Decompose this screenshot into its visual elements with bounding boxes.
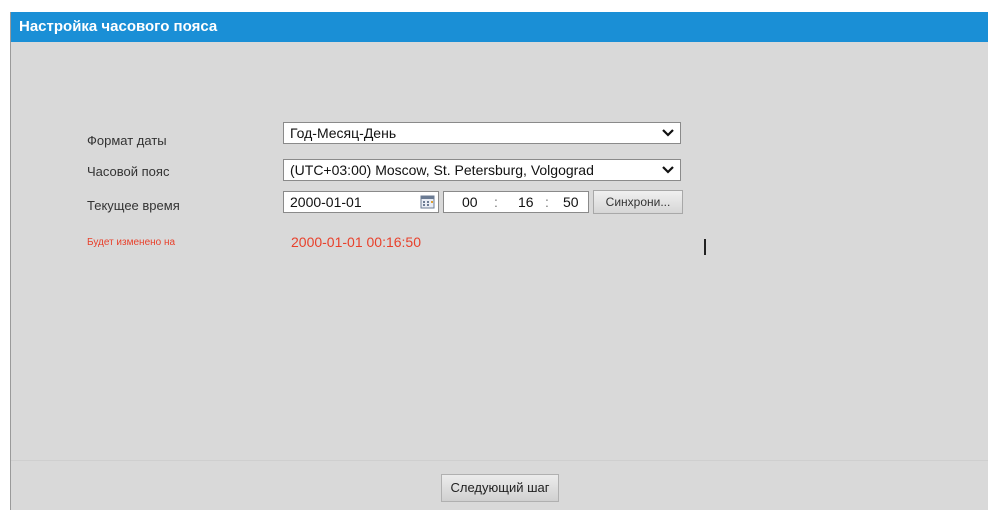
footer-divider [11,460,988,461]
preview-label: Будет изменено на [87,237,176,248]
next-step-button[interactable]: Следующий шаг [441,474,559,502]
chevron-down-icon [662,123,674,143]
date-format-select[interactable]: Год-Месяц-День [283,122,681,144]
timezone-label: Часовой пояс [87,164,170,179]
timezone-select[interactable]: (UTC+03:00) Moscow, St. Petersburg, Volg… [283,159,681,181]
text-cursor [704,239,706,255]
time-separator: : [545,194,549,210]
time-seconds[interactable]: 50 [563,192,579,212]
sync-button[interactable]: Синхрони... [593,190,683,214]
timezone-dialog: Настройка часового пояса Формат даты Год… [10,12,988,510]
time-separator: : [494,194,498,210]
preview-value: 2000-01-01 00:16:50 [291,234,421,250]
date-input[interactable]: 2000-01-01 [283,191,439,213]
time-minutes[interactable]: 16 [518,192,534,212]
date-format-value: Год-Месяц-День [290,125,397,141]
timezone-value: (UTC+03:00) Moscow, St. Petersburg, Volg… [290,162,594,178]
dialog-title: Настройка часового пояса [11,12,988,42]
current-time-label: Текущее время [87,198,180,213]
calendar-icon[interactable] [420,194,436,210]
time-hours[interactable]: 00 [462,192,478,212]
date-format-label: Формат даты [87,133,167,148]
date-value: 2000-01-01 [290,194,362,210]
time-input[interactable]: 00 : 16 : 50 [443,191,589,213]
chevron-down-icon [662,160,674,180]
